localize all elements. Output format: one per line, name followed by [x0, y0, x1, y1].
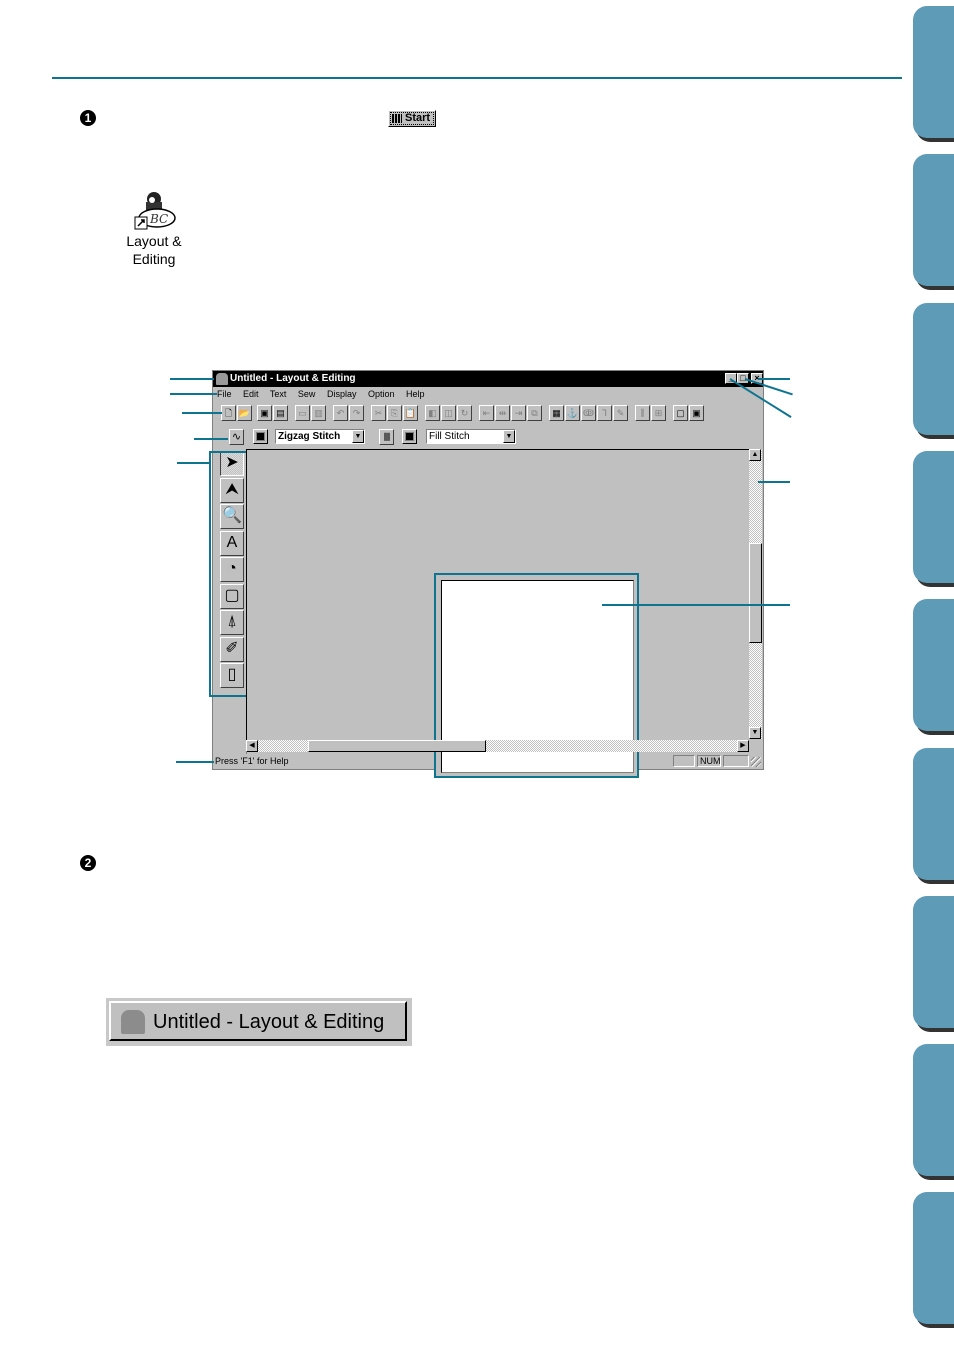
chevron-down-icon[interactable]: ▼: [503, 430, 515, 443]
chevron-down-icon[interactable]: ▼: [352, 430, 364, 443]
open-icon[interactable]: 📂: [237, 405, 252, 421]
align-right-icon[interactable]: ⇥: [511, 405, 526, 421]
line-color-button[interactable]: [253, 429, 268, 444]
scroll-right-icon[interactable]: ▶: [737, 740, 749, 752]
menu-help[interactable]: Help: [406, 389, 425, 399]
horizontal-scrollbar[interactable]: ◀ ▶: [246, 740, 749, 752]
new-icon[interactable]: 🗋: [221, 405, 236, 421]
start-button[interactable]: Start: [388, 110, 436, 127]
design-page-icon[interactable]: ▦: [549, 405, 564, 421]
preview-icon[interactable]: ▢: [673, 405, 688, 421]
line-stitch-value: Zigzag Stitch: [278, 431, 341, 442]
side-tab-5[interactable]: [913, 599, 954, 732]
app-window: Untitled - Layout & Editing _ □ × File E…: [209, 370, 764, 778]
text-attribute-icon[interactable]: Ꞁ: [597, 405, 612, 421]
stitch-attribute-icon[interactable]: ⫼: [635, 405, 650, 421]
leader-toolbar: [182, 412, 222, 414]
side-tab-1[interactable]: [913, 6, 954, 138]
work-area[interactable]: [246, 449, 750, 778]
status-pane-num: NUM: [697, 755, 721, 767]
menu-edit[interactable]: Edit: [243, 389, 259, 399]
leader-sew-bar: [194, 438, 228, 440]
group-icon[interactable]: ⧉: [527, 405, 542, 421]
layout-editing-desktop-icon[interactable]: BC Layout & Editing: [112, 188, 196, 268]
scroll-up-icon[interactable]: ▲: [749, 449, 761, 461]
menu-display[interactable]: Display: [327, 389, 357, 399]
mirror-icon[interactable]: ◧: [425, 405, 440, 421]
region-sew-icon[interactable]: ⫼⫼: [379, 429, 394, 445]
rotate-icon[interactable]: ↻: [457, 405, 472, 421]
menu-bar: File Edit Text Sew Display Option Help: [213, 387, 763, 402]
line-color-swatch: [256, 432, 265, 441]
align-center-icon[interactable]: ⇹: [495, 405, 510, 421]
layout-editing-app-icon: [121, 1010, 145, 1034]
taskbar-button-label: Untitled - Layout & Editing: [153, 1011, 385, 1033]
status-pane-1: [673, 755, 695, 767]
browse-icon[interactable]: ▤: [273, 405, 288, 421]
vertical-scroll-thumb[interactable]: [749, 543, 762, 643]
region-stitch-select[interactable]: Fill Stitch ▼: [426, 429, 516, 444]
desktop-icon-label-1: Layout &: [126, 233, 182, 249]
status-pane-3: [723, 755, 749, 767]
scale-icon[interactable]: ◫: [441, 405, 456, 421]
side-tab-8[interactable]: [913, 1044, 954, 1177]
sew-attribute-icon[interactable]: ⊞: [651, 405, 666, 421]
leader-scrollbar: [758, 481, 790, 483]
realistic-preview-icon[interactable]: ▣: [689, 405, 704, 421]
region-stitch-value: Fill Stitch: [429, 431, 470, 442]
paste-icon[interactable]: 📋: [403, 405, 418, 421]
leader-status-bar: [176, 761, 214, 763]
window-title: Untitled - Layout & Editing: [230, 373, 356, 384]
side-tab-4[interactable]: [913, 450, 954, 583]
copy-icon[interactable]: ⎘: [387, 405, 402, 421]
step-2-bullet: 2: [80, 855, 96, 871]
sew-attribute-bar: ∿ Zigzag Stitch ▼ ⫼⫼ Fill Stitch ▼: [213, 427, 763, 447]
layout-editing-app-icon: BC: [132, 188, 176, 232]
scroll-down-icon[interactable]: ▼: [749, 727, 761, 739]
align-left-icon[interactable]: ⇤: [479, 405, 494, 421]
header-rule: [52, 77, 902, 79]
svg-text:BC: BC: [149, 212, 168, 226]
windows-flag-icon: [392, 114, 402, 123]
leader-close: [758, 378, 790, 380]
resize-grip-icon[interactable]: [751, 757, 761, 767]
app-icon[interactable]: [216, 373, 228, 385]
sew-order-icon[interactable]: ⚓: [565, 405, 580, 421]
leader-menu-bar: [170, 393, 217, 395]
leader-title-bar: [170, 378, 214, 380]
line-stitch-select[interactable]: Zigzag Stitch ▼: [275, 429, 365, 444]
title-bar[interactable]: Untitled - Layout & Editing _ □ ×: [213, 371, 763, 387]
side-tab-9[interactable]: [913, 1192, 954, 1325]
menu-sew[interactable]: Sew: [298, 389, 316, 399]
import-icon[interactable]: ▣: [257, 405, 272, 421]
taskbar-button[interactable]: Untitled - Layout & Editing: [106, 998, 412, 1046]
vertical-scrollbar[interactable]: ▲ ▼: [749, 449, 762, 739]
leader-design-page: [602, 604, 790, 606]
undo-icon[interactable]: ↶: [333, 405, 348, 421]
leader-toolbox: [177, 462, 209, 464]
cut-icon[interactable]: ✂: [371, 405, 386, 421]
desktop-icon-label-2: Editing: [132, 251, 176, 267]
menu-option[interactable]: Option: [368, 389, 395, 399]
line-sew-icon[interactable]: ∿: [229, 429, 244, 445]
start-button-label: Start: [405, 112, 431, 124]
region-color-swatch: [405, 432, 414, 441]
side-tab-3[interactable]: [913, 302, 954, 435]
region-color-button[interactable]: [402, 429, 417, 444]
status-bar: Press 'F1' for Help NUM: [213, 754, 763, 769]
scroll-left-icon[interactable]: ◀: [246, 740, 258, 752]
horizontal-scroll-thumb[interactable]: [308, 740, 486, 752]
redo-icon[interactable]: ↷: [349, 405, 364, 421]
side-tab-6[interactable]: [913, 747, 954, 880]
text-path-icon[interactable]: ↂ: [581, 405, 596, 421]
menu-file[interactable]: File: [217, 389, 232, 399]
menu-text[interactable]: Text: [270, 389, 287, 399]
write-card-icon[interactable]: ▥: [311, 405, 326, 421]
side-tab-2[interactable]: [913, 154, 954, 287]
side-tab-7[interactable]: [913, 895, 954, 1028]
save-icon[interactable]: ▭: [295, 405, 310, 421]
status-help-text: Press 'F1' for Help: [215, 756, 289, 766]
text-edit-icon[interactable]: ✎: [613, 405, 628, 421]
step-1-bullet: 1: [80, 110, 96, 126]
